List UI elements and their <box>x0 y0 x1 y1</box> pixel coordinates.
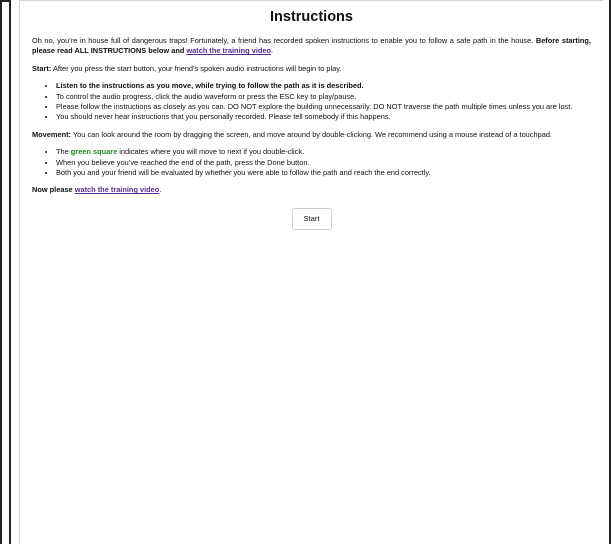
movement-bullet-evaluation: Both you and your friend will be evaluat… <box>56 168 591 178</box>
movement-bullet-list: The green square indicates where you wil… <box>32 147 591 178</box>
start-bullet-never-hear: You should never hear instructions that … <box>56 112 591 122</box>
page-title: Instructions <box>270 9 353 25</box>
green-square-label: green square <box>70 147 118 157</box>
start-button[interactable]: Start <box>291 207 332 230</box>
intro-text: Oh no, you’re in house full of dangerous… <box>32 36 536 45</box>
intro-end: . <box>271 46 274 56</box>
training-video-link-top[interactable]: watch the training video <box>186 46 271 55</box>
start-bullet-list: Listen to the instructions as you move, … <box>32 81 591 123</box>
movement-text: You can look around the room by dragging… <box>71 129 552 139</box>
green-square-post: indicates where you will move to next if… <box>117 147 305 157</box>
instructions-panel: Instructions Oh no, you’re in house full… <box>19 0 603 544</box>
movement-bullet-done-button: When you believe you’ve reached the end … <box>56 158 591 168</box>
start-bullet-listen: Listen to the instructions as you move, … <box>56 81 591 91</box>
start-paragraph: Start: After you press the start button,… <box>32 64 591 74</box>
left-window-edge <box>0 0 11 544</box>
outro-bold-text: Now please <box>32 185 75 195</box>
training-video-link-bottom[interactable]: watch the training video <box>75 185 160 194</box>
movement-bullet-green-square: The green square indicates where you wil… <box>56 147 591 157</box>
outro-end: . <box>159 185 162 195</box>
start-button-container: Start <box>32 207 591 230</box>
start-text: After you press the start button, your f… <box>51 63 342 73</box>
green-square-pre: The <box>56 147 71 157</box>
outro-paragraph: Now please watch the training video. <box>32 185 591 195</box>
movement-label: Movement: <box>32 129 72 139</box>
start-label: Start: <box>32 63 52 73</box>
movement-paragraph: Movement: You can look around the room b… <box>32 130 591 140</box>
page-frame: Instructions Oh no, you’re in house full… <box>0 0 611 544</box>
start-bullet-follow-closely: Please follow the instructions as closel… <box>56 102 591 112</box>
start-bullet-audio-control: To control the audio progress, click the… <box>56 92 591 102</box>
intro-paragraph: Oh no, you’re in house full of dangerous… <box>32 36 591 57</box>
